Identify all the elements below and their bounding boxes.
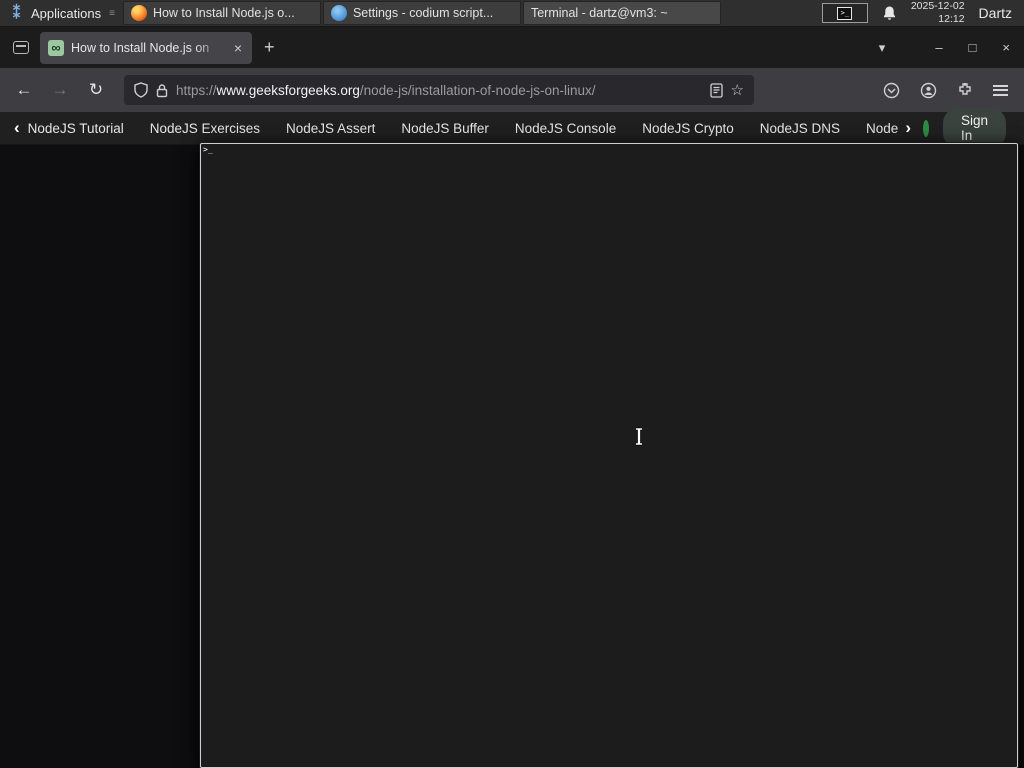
taskbar-window-buttons: How to Install Node.js o... Settings - co… <box>122 0 1018 768</box>
system-tray: >_ 2025-12-02 12:12 Dartz <box>821 0 1024 26</box>
reader-mode-icon[interactable] <box>709 82 723 98</box>
subnav-link[interactable]: NodeJS Crypto <box>629 121 747 136</box>
taskbar-window-button[interactable]: Terminal - dartz@vm3: ~ <box>200 1 1018 768</box>
workspace-pager[interactable]: >_ <box>821 3 868 23</box>
page-subnav: ‹ NodeJS Tutorial NodeJS Exercises NodeJS … <box>0 108 1024 148</box>
subnav-link[interactable]: Node <box>853 121 911 136</box>
firefox-icon <box>130 5 147 21</box>
subnav-link[interactable]: NodeJS Exercises <box>137 121 273 136</box>
url-text[interactable]: https://www.geeksforgeeks.org/node-js/in… <box>176 83 702 98</box>
lock-icon[interactable] <box>156 83 168 98</box>
bookmark-star-icon[interactable]: ☆ <box>731 81 744 99</box>
url-bar[interactable]: https://www.geeksforgeeks.org/node-js/in… <box>124 75 754 105</box>
taskbar-window-title: Settings - codium script... <box>352 6 494 20</box>
subnav-link[interactable]: NodeJS Console <box>502 121 629 136</box>
firefox-view-button[interactable] <box>8 35 34 61</box>
taskbar-window-button[interactable]: How to Install Node.js o... <box>122 1 321 25</box>
vscodium-icon <box>330 5 347 21</box>
browser-maximize-button[interactable]: □ <box>969 40 977 55</box>
distro-logo-icon: ⁑ <box>12 4 21 22</box>
search-icon[interactable] <box>923 119 929 137</box>
geeksforgeeks-favicon-icon: ∞ <box>48 39 64 56</box>
notification-bell-icon[interactable] <box>882 5 897 21</box>
browser-toolbar: ← → ↻ https://www.geeksforgeeks.org/node… <box>0 68 1024 112</box>
back-button[interactable]: ← <box>10 80 38 100</box>
applications-menu-button[interactable]: ⁑ Applications ≡ <box>0 0 122 26</box>
pager-terminal-icon: >_ <box>837 6 853 20</box>
clock-date: 2025-12-02 <box>910 0 965 13</box>
browser-tab-active[interactable]: ∞ How to Install Node.js on × <box>40 31 252 64</box>
subnav-link[interactable]: NodeJS Assert <box>273 121 388 136</box>
forward-button[interactable]: → <box>46 80 74 100</box>
tracking-shield-icon[interactable] <box>134 82 148 98</box>
taskbar-window-button[interactable]: Settings - codium script... <box>322 1 521 25</box>
url-scheme: https:// <box>176 82 217 98</box>
subnav-link[interactable]: NodeJS Tutorial <box>28 121 137 136</box>
app-menu-hamburger-icon[interactable] <box>993 84 1008 96</box>
firefox-view-icon <box>13 41 29 54</box>
subnav-link[interactable]: NodeJS Buffer <box>388 121 502 136</box>
tab-close-icon[interactable]: × <box>232 40 244 56</box>
url-host: www.geeksforgeeks.org <box>216 82 360 98</box>
desktop: ⁑ Applications ≡ How to Install Node.js … <box>0 0 1024 768</box>
clock-time: 12:12 <box>938 13 965 25</box>
subnav-items: NodeJS Tutorial NodeJS Exercises NodeJS As… <box>28 121 912 136</box>
browser-tab-bar: ∞ How to Install Node.js on × + ▾ – □ × <box>0 27 1024 68</box>
subnav-scroll-left-icon[interactable]: ‹ <box>14 118 20 138</box>
subnav-link[interactable]: NodeJS DNS <box>747 121 853 136</box>
mouse-ibeam-cursor <box>633 427 645 451</box>
pocket-icon[interactable] <box>883 82 900 99</box>
tabbar-controls: ▾ – □ × <box>879 40 1016 56</box>
applications-label: Applications <box>31 5 102 21</box>
extensions-puzzle-icon[interactable] <box>957 82 973 98</box>
taskbar-window-title: How to Install Node.js o... <box>152 6 295 20</box>
account-icon[interactable] <box>920 82 937 99</box>
taskbar: ⁑ Applications ≡ How to Install Node.js … <box>0 0 1024 768</box>
browser-close-button[interactable]: × <box>1002 40 1010 55</box>
new-tab-button[interactable]: + <box>252 37 287 58</box>
panel-grip-icon: ≡ <box>109 7 115 19</box>
reload-button[interactable]: ↻ <box>82 80 110 100</box>
toolbar-right-icons <box>883 82 1014 99</box>
url-path: /node-js/installation-of-node-js-on-linu… <box>359 82 596 98</box>
user-menu[interactable]: Dartz <box>979 5 1016 21</box>
browser-minimize-button[interactable]: – <box>935 40 942 55</box>
sign-in-button[interactable]: Sign In <box>943 108 1007 148</box>
list-all-tabs-chevron-icon[interactable]: ▾ <box>879 40 886 56</box>
taskbar-window-title: Terminal - dartz@vm3: ~ <box>530 6 668 20</box>
subnav-scroll-right-icon[interactable]: › <box>905 118 911 138</box>
tab-title: How to Install Node.js on <box>71 40 210 55</box>
clock[interactable]: 2025-12-02 12:12 <box>911 0 965 25</box>
